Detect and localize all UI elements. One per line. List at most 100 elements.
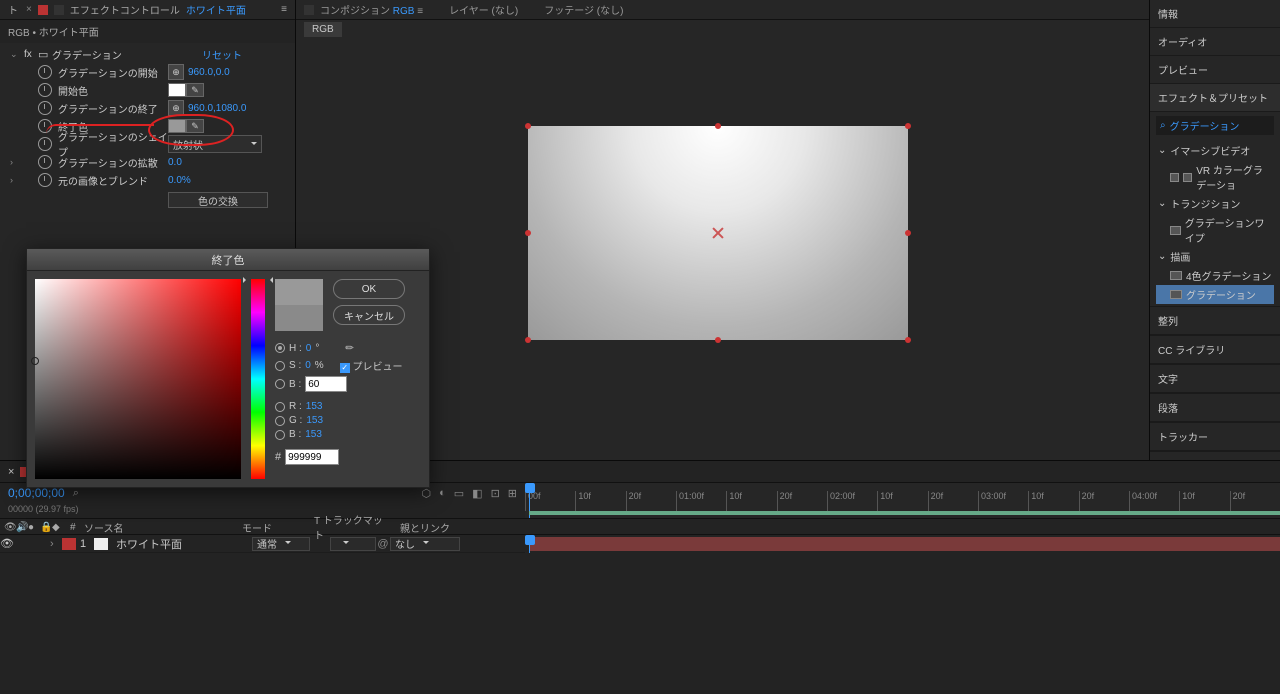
col-mode[interactable]: モード xyxy=(238,520,310,535)
handle-br[interactable] xyxy=(905,337,911,343)
b2-value[interactable]: 153 xyxy=(305,429,322,440)
ruler-tick[interactable]: 10f xyxy=(1179,491,1229,511)
tracker-panel-header[interactable]: トラッカー xyxy=(1150,422,1280,451)
prop-start-point-value[interactable]: 960.0,0.0 xyxy=(188,67,230,78)
effects-search[interactable]: ⌕ グラデーション xyxy=(1156,116,1274,135)
parent-dropdown[interactable]: なし xyxy=(390,537,460,551)
tl-tool-icon[interactable]: ⬡ xyxy=(421,487,431,500)
tl-tool-icon[interactable]: ⊞ xyxy=(508,487,517,500)
ruler-tick[interactable]: 20f xyxy=(1230,491,1280,511)
twirl-right-icon[interactable]: › xyxy=(10,175,24,185)
ruler-tick[interactable]: 10f xyxy=(1028,491,1078,511)
tl-tool-icon[interactable]: ⊡ xyxy=(491,487,500,500)
layer-tab[interactable]: レイヤー (なし) xyxy=(449,2,518,17)
time-ruler[interactable]: 00f10f20f01:00f10f20f02:00f10f20f03:00f1… xyxy=(525,483,1280,518)
color-field-cursor[interactable] xyxy=(31,357,39,365)
crosshair-button[interactable]: ⊕ xyxy=(168,100,184,116)
mode-dropdown[interactable]: 通常 xyxy=(252,537,310,551)
radio-g[interactable] xyxy=(275,416,285,426)
tree-category[interactable]: ⌄イマーシブビデオ xyxy=(1156,141,1274,160)
ruler-tick[interactable]: 01:00f xyxy=(676,491,726,511)
tree-item[interactable]: グラデーションワイプ xyxy=(1156,213,1274,247)
tl-tool-icon[interactable]: ▭ xyxy=(454,487,464,500)
stopwatch-icon[interactable] xyxy=(38,65,52,79)
old-color-swatch[interactable] xyxy=(275,305,323,331)
hue-marker[interactable] xyxy=(247,277,269,283)
search-icon[interactable]: ⌕ xyxy=(73,487,79,500)
tree-category[interactable]: ⌄描画 xyxy=(1156,247,1274,266)
preview-panel-header[interactable]: プレビュー xyxy=(1150,56,1280,84)
preview-checkbox[interactable]: ✓ xyxy=(340,363,350,373)
work-area-bar[interactable] xyxy=(529,511,1280,515)
radio-h[interactable] xyxy=(275,343,285,353)
handle-tl[interactable] xyxy=(525,123,531,129)
layer-bounds[interactable] xyxy=(528,126,908,340)
ruler-tick[interactable]: 10f xyxy=(726,491,776,511)
prop-blend-value[interactable]: 0.0% xyxy=(168,175,191,186)
col-visibility-icon[interactable]: 👁 xyxy=(0,522,12,533)
pickwhip-icon[interactable]: @ xyxy=(376,538,390,550)
anchor-point-icon[interactable] xyxy=(711,226,725,240)
s-value[interactable]: 0 xyxy=(305,360,311,371)
comp-subtab[interactable]: RGB xyxy=(304,22,342,37)
tl-tool-icon[interactable]: ◧ xyxy=(472,487,482,500)
twirl-down-icon[interactable]: ⌄ xyxy=(10,49,24,60)
stopwatch-icon[interactable] xyxy=(38,137,52,151)
playhead-line[interactable] xyxy=(529,535,530,553)
eyedropper-icon[interactable]: ✎ xyxy=(186,119,204,133)
search-text[interactable]: グラデーション xyxy=(1170,118,1240,133)
cclib-panel-header[interactable]: CC ライブラリ xyxy=(1150,335,1280,364)
tree-category[interactable]: ⌄トランジション xyxy=(1156,194,1274,213)
tree-item-selected[interactable]: グラデーション xyxy=(1156,285,1274,304)
hex-input[interactable] xyxy=(285,449,339,465)
g-value[interactable]: 153 xyxy=(306,415,323,426)
ruler-tick[interactable]: 20f xyxy=(777,491,827,511)
radio-s[interactable] xyxy=(275,361,285,371)
visibility-toggle[interactable]: 👁 xyxy=(0,537,14,550)
close-icon[interactable]: × xyxy=(26,4,32,15)
ruler-tick[interactable]: 00f xyxy=(525,491,575,511)
layer-name[interactable]: ホワイト平面 xyxy=(112,536,252,552)
eyedropper-icon[interactable]: ✎ xyxy=(340,338,360,358)
crosshair-button[interactable]: ⊕ xyxy=(168,64,184,80)
h-value[interactable]: 0 xyxy=(306,343,312,354)
effects-presets-header[interactable]: エフェクト＆プリセット xyxy=(1150,84,1280,112)
handle-ml[interactable] xyxy=(525,230,531,236)
twirl-right-icon[interactable]: › xyxy=(10,157,24,167)
stopwatch-icon[interactable] xyxy=(38,83,52,97)
radio-b[interactable] xyxy=(275,379,285,389)
close-icon[interactable]: × xyxy=(8,466,14,478)
layer-row[interactable]: 👁 › 1 ホワイト平面 通常 @ なし xyxy=(0,535,525,553)
stopwatch-icon[interactable] xyxy=(38,101,52,115)
matte-dropdown[interactable] xyxy=(330,537,376,551)
twirl-right-icon[interactable]: › xyxy=(50,538,62,550)
r-value[interactable]: 153 xyxy=(306,401,323,412)
col-source[interactable]: ソース名 xyxy=(80,520,238,535)
ruler-tick[interactable]: 10f xyxy=(575,491,625,511)
ruler-tick[interactable]: 20f xyxy=(626,491,676,511)
panel-menu-icon[interactable]: ≡ xyxy=(281,4,287,15)
stopwatch-icon[interactable] xyxy=(38,119,52,133)
color-field[interactable] xyxy=(35,279,241,479)
footage-tab[interactable]: フッテージ (なし) xyxy=(544,2,623,17)
ruler-tick[interactable]: 02:00f xyxy=(827,491,877,511)
cancel-button[interactable]: キャンセル xyxy=(333,305,405,325)
ruler-tick[interactable]: 04:00f xyxy=(1129,491,1179,511)
b-input[interactable] xyxy=(305,376,347,392)
comp-tab[interactable]: コンポジション RGB ≡ xyxy=(320,2,423,17)
audio-panel-header[interactable]: オーディオ xyxy=(1150,28,1280,56)
layer-track-area[interactable] xyxy=(525,535,1280,553)
handle-mr[interactable] xyxy=(905,230,911,236)
ok-button[interactable]: OK xyxy=(333,279,405,299)
ruler-tick[interactable]: 10f xyxy=(877,491,927,511)
col-solo-icon[interactable]: ● xyxy=(24,522,36,533)
paragraph-panel-header[interactable]: 段落 xyxy=(1150,393,1280,422)
ruler-tick[interactable]: 20f xyxy=(1079,491,1129,511)
hue-slider[interactable] xyxy=(251,279,265,479)
align-panel-header[interactable]: 整列 xyxy=(1150,306,1280,335)
stopwatch-icon[interactable] xyxy=(38,173,52,187)
info-panel-header[interactable]: 情報 xyxy=(1150,0,1280,28)
col-parent[interactable]: 親とリンク xyxy=(396,520,454,535)
layer-duration-bar[interactable] xyxy=(529,537,1280,551)
effect-title-row[interactable]: ⌄ fx ▭ グラデーション リセット xyxy=(0,45,295,63)
